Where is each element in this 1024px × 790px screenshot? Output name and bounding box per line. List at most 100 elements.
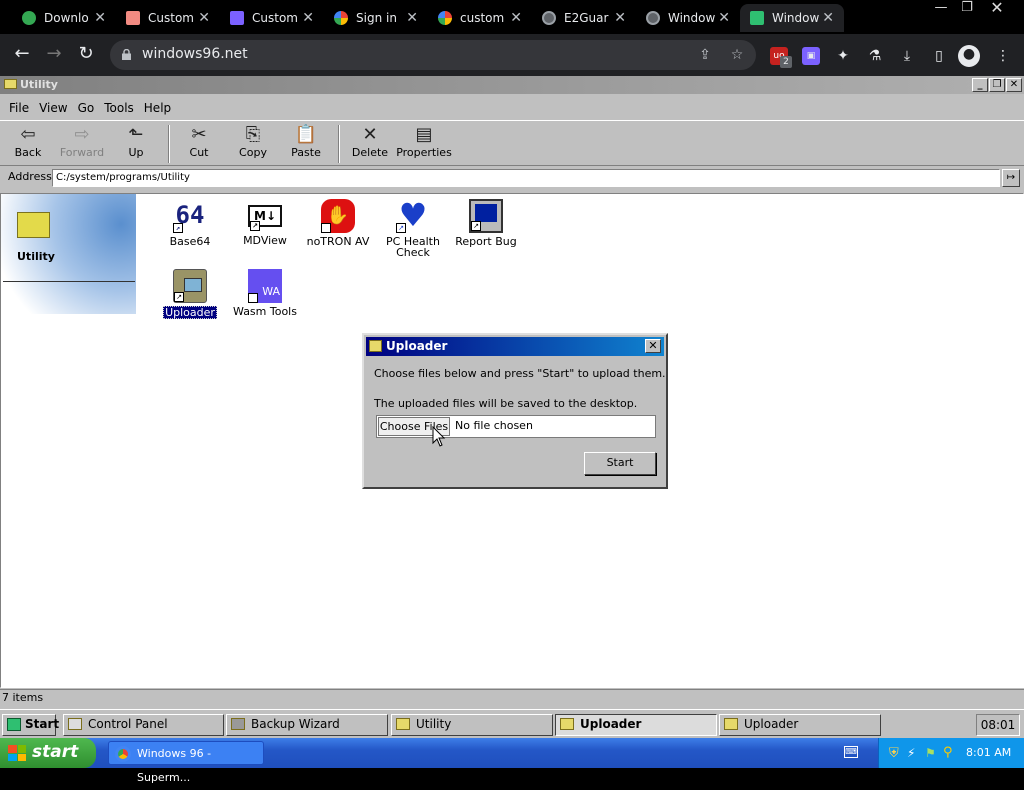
- file-label: Uploader: [163, 306, 217, 319]
- back-arrow-icon: ⇦: [20, 124, 36, 145]
- file-icon-uploader[interactable]: ↗ Uploader: [152, 269, 228, 319]
- forward-arrow-icon[interactable]: →: [42, 43, 66, 67]
- file-icon-pc-health-check[interactable]: ♥ ↗ PC Health Check: [375, 199, 451, 259]
- explorer-titlebar[interactable]: Utility _ ❐ ✕: [0, 76, 1024, 94]
- reload-icon[interactable]: ↻: [74, 43, 98, 67]
- task-uploader-active[interactable]: Uploader: [555, 714, 717, 736]
- tab-close-icon[interactable]: ✕: [614, 10, 626, 26]
- address-input[interactable]: C:/system/programs/Utility: [52, 169, 1000, 187]
- tab-title: Custom: [252, 11, 298, 25]
- shield-icon[interactable]: ⛨: [889, 746, 899, 761]
- maximize-icon[interactable]: ❐: [989, 78, 1005, 92]
- browser-tab[interactable]: Custom ✕: [116, 4, 220, 32]
- clipboard-icon: 📋: [294, 124, 318, 145]
- up-button[interactable]: ⬑ Up: [106, 124, 166, 159]
- profile-avatar-icon[interactable]: ●: [958, 45, 980, 67]
- file-input[interactable]: Choose Files No file chosen: [376, 415, 656, 438]
- uploader-icon: [560, 718, 574, 730]
- tab-close-icon[interactable]: ✕: [510, 10, 522, 26]
- tab-close-icon[interactable]: ✕: [94, 10, 106, 26]
- close-icon[interactable]: ✕: [1006, 78, 1022, 92]
- task-label: Backup Wizard: [251, 717, 340, 731]
- cut-button[interactable]: ✂ Cut: [169, 124, 229, 159]
- file-icon-wasm-tools[interactable]: WA ↗ Wasm Tools: [227, 269, 303, 318]
- menu-view[interactable]: View: [34, 101, 72, 115]
- extension-icon[interactable]: ▣: [802, 47, 820, 65]
- task-backup-wizard[interactable]: Backup Wizard: [226, 714, 388, 736]
- tab-title: Window: [668, 11, 716, 25]
- tab-close-icon[interactable]: ✕: [198, 10, 210, 26]
- back-button[interactable]: ⇦ Back: [0, 124, 58, 159]
- paste-button[interactable]: 📋 Paste: [276, 124, 336, 159]
- host-start-button[interactable]: start: [0, 738, 96, 768]
- tab-close-icon[interactable]: ✕: [406, 10, 418, 26]
- network-icon[interactable]: ⚡: [907, 746, 915, 760]
- copy-button[interactable]: ⎘ Copy: [223, 124, 283, 159]
- menu-file[interactable]: File: [4, 101, 34, 115]
- browser-tab-active[interactable]: Window ✕: [740, 4, 844, 32]
- file-icon-report-bug[interactable]: ↗ Report Bug: [448, 199, 524, 248]
- folder-icon: [396, 718, 410, 730]
- menu-help[interactable]: Help: [139, 101, 176, 115]
- download-icon[interactable]: ⤓: [898, 47, 916, 65]
- menu-tools[interactable]: Tools: [99, 101, 139, 115]
- folder-icon: [17, 212, 50, 238]
- task-label: Control Panel: [88, 717, 168, 731]
- back-arrow-icon[interactable]: ←: [10, 43, 34, 67]
- go-arrow-icon[interactable]: ↦: [1002, 169, 1020, 187]
- tab-close-icon[interactable]: ✕: [718, 10, 730, 26]
- close-icon[interactable]: ✕: [645, 339, 661, 353]
- control-panel-icon: [68, 718, 82, 730]
- file-label: PC Health Check: [386, 235, 440, 259]
- minimize-icon[interactable]: —: [928, 0, 954, 18]
- browser-tab[interactable]: Downlo ✕: [12, 4, 116, 32]
- browser-tab-strip: Downlo ✕ Custom ✕ Custom ✕ Sign in ✕ cus…: [0, 0, 1024, 34]
- share-icon[interactable]: ⇪: [696, 46, 714, 64]
- file-icon-mdview[interactable]: M↓ ↗ MDView: [227, 199, 303, 247]
- task-label: Uploader: [580, 717, 642, 731]
- file-icon-base64[interactable]: 64 ↗ Base64: [152, 199, 228, 248]
- puzzle-extensions-icon[interactable]: ✦: [834, 47, 852, 65]
- side-panel-icon[interactable]: ▯: [930, 47, 948, 65]
- dialog-instructions: Choose files below and press "Start" to …: [374, 367, 666, 380]
- windows96-logo-icon: [7, 718, 21, 731]
- tab-close-icon[interactable]: ✕: [302, 10, 314, 26]
- task-uploader[interactable]: Uploader: [719, 714, 881, 736]
- start-button[interactable]: Start: [584, 452, 656, 475]
- tray-app-icon[interactable]: ⚑: [925, 746, 936, 760]
- close-icon[interactable]: ✕: [984, 0, 1010, 18]
- browser-tab[interactable]: Sign in ✕: [324, 4, 428, 32]
- file-icon-notron-av[interactable]: ✋ ↗ noTRON AV: [300, 199, 376, 248]
- browser-tab[interactable]: Window ✕: [636, 4, 740, 32]
- kebab-menu-icon[interactable]: ⋮: [994, 47, 1012, 65]
- browser-tab[interactable]: custom ✕: [428, 4, 532, 32]
- task-label: Uploader: [744, 717, 799, 731]
- restore-icon[interactable]: ❐: [954, 0, 980, 18]
- keyboard-icon[interactable]: ⌨: [844, 746, 858, 758]
- minimize-icon[interactable]: _: [972, 78, 988, 92]
- task-utility[interactable]: Utility: [391, 714, 553, 736]
- host-task-chrome[interactable]: Windows 96 - Superm...: [108, 741, 264, 784]
- sidebar-title: Utility: [17, 250, 55, 263]
- address-bar[interactable]: windows96.net ⇪ ☆: [110, 40, 756, 70]
- flask-labs-icon[interactable]: ⚗: [866, 47, 884, 65]
- bookmark-star-icon[interactable]: ☆: [728, 46, 746, 64]
- stop-hand-icon: ✋ ↗: [321, 199, 355, 233]
- search-icon[interactable]: ⚲: [943, 745, 953, 760]
- dialog-titlebar[interactable]: Uploader ✕: [366, 337, 664, 356]
- task-control-panel[interactable]: Control Panel: [63, 714, 224, 736]
- forward-arrow-icon: ⇨: [74, 124, 90, 145]
- explorer-address-bar: Address C:/system/programs/Utility ↦: [0, 167, 1024, 191]
- lock-icon: [122, 49, 131, 60]
- delete-button[interactable]: ✕ Delete: [340, 124, 400, 159]
- browser-tab[interactable]: Custom ✕: [220, 4, 324, 32]
- status-bar: 7 items: [0, 689, 1024, 707]
- browser-tab[interactable]: E2Guar ✕: [532, 4, 636, 32]
- sidebar-divider: [3, 281, 135, 282]
- menu-go[interactable]: Go: [73, 101, 100, 115]
- tab-close-icon[interactable]: ✕: [822, 10, 834, 26]
- forward-button[interactable]: ⇨ Forward: [52, 124, 112, 159]
- properties-button[interactable]: ▤ Properties: [394, 124, 454, 159]
- site-favicon-icon: [230, 11, 244, 25]
- w96-start-button[interactable]: Start: [2, 714, 59, 736]
